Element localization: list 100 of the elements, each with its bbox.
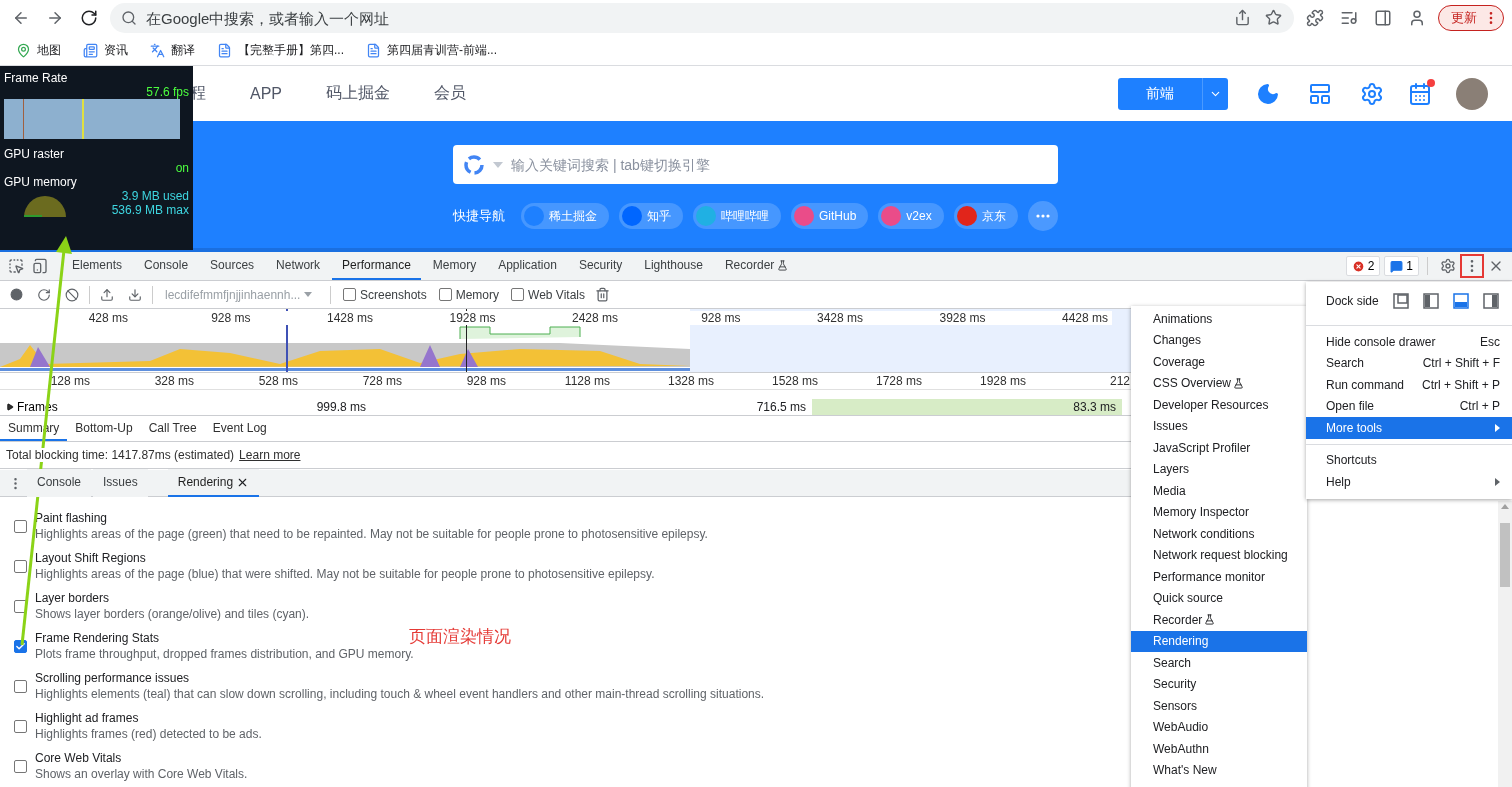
menu-item[interactable]: Issues	[1131, 415, 1307, 437]
menu-item[interactable]: Changes	[1131, 329, 1307, 351]
option-checkbox[interactable]	[14, 559, 27, 573]
panel-tab[interactable]: Console	[134, 252, 199, 280]
bookmark[interactable]: 翻译	[150, 42, 195, 59]
menu-item[interactable]: Recorder	[1131, 609, 1307, 631]
scroll-up-icon	[1501, 504, 1509, 509]
update-button[interactable]: 更新	[1438, 5, 1504, 31]
nav-link[interactable]: 会员	[434, 83, 466, 104]
option-title: Frame Rendering Stats	[35, 631, 161, 645]
bookmark[interactable]: 第四届青训营-前端...	[366, 42, 497, 59]
error-badge[interactable]: 2	[1345, 256, 1381, 276]
message-badge[interactable]: 1	[1384, 256, 1419, 276]
menu-item[interactable]: Quick source	[1131, 587, 1307, 609]
menu-item[interactable]: Shortcuts	[1306, 449, 1512, 471]
learn-more-link[interactable]: Learn more	[239, 448, 301, 462]
option-checkbox[interactable]	[14, 679, 27, 693]
settings-icon	[1360, 81, 1384, 106]
detail-tab[interactable]: Bottom-Up	[67, 417, 141, 441]
panel-tab[interactable]: Memory	[422, 252, 487, 280]
bookmark-star-button[interactable]	[1265, 9, 1282, 26]
time-tick: 928 ms	[132, 311, 255, 325]
menu-item[interactable]: Sensors	[1131, 695, 1307, 717]
bookmark[interactable]: 资讯	[83, 42, 128, 59]
nav-link[interactable]: APP	[250, 84, 282, 103]
capture-checkbox[interactable]: Screenshots	[343, 287, 427, 302]
time-tick: 1428 ms	[254, 311, 377, 325]
frame-duration: 83.3 ms	[812, 399, 1122, 415]
menu-item[interactable]: Run command Ctrl + Shift + P	[1306, 374, 1512, 396]
panel-tab[interactable]: Application	[488, 252, 567, 280]
menu-item[interactable]: CSS Overview	[1131, 372, 1307, 394]
menu-item[interactable]: Network conditions	[1131, 523, 1307, 545]
share-button[interactable]	[1234, 9, 1251, 26]
menu-item[interactable]: JavaScript Profiler	[1131, 437, 1307, 459]
menu-item[interactable]: Hide console drawer Esc	[1306, 331, 1512, 353]
fps-value: 57.6 fps	[146, 85, 189, 99]
calendar-button[interactable]	[1408, 81, 1432, 106]
menu-item[interactable]: Help	[1306, 471, 1512, 493]
caret-icon	[493, 162, 503, 168]
menu-item[interactable]: Layers	[1131, 458, 1307, 480]
frame-duration: 716.5 ms	[755, 399, 807, 415]
menu-item[interactable]: More tools	[1306, 417, 1512, 439]
bookmark[interactable]: 【完整手册】第四...	[217, 42, 344, 59]
scrollbar-thumb[interactable]	[1500, 523, 1510, 587]
device-icon	[32, 258, 48, 274]
document-icon	[366, 43, 381, 58]
nav-link[interactable]: 码上掘金	[326, 83, 390, 104]
map-pin-icon	[16, 43, 31, 58]
caret-icon	[304, 292, 313, 297]
bookmark[interactable]: 地图	[16, 42, 61, 59]
menu-item[interactable]: Security	[1131, 673, 1307, 695]
option-checkbox[interactable]	[14, 719, 27, 733]
panel-tab[interactable]: Sources	[200, 252, 265, 280]
option-checkbox[interactable]	[14, 759, 27, 773]
time-tick: 728 ms	[361, 373, 403, 389]
menu-item[interactable]: WebAuthn	[1131, 738, 1307, 760]
detail-tab[interactable]: Event Log	[204, 417, 275, 441]
panel-tab[interactable]: Lighthouse	[634, 252, 713, 280]
menu-item[interactable]: Network request blocking	[1131, 544, 1307, 566]
drawer-tab[interactable]: Console	[27, 469, 92, 497]
memory-used: 3.9 MB used	[121, 189, 189, 203]
menu-button[interactable]	[1460, 254, 1484, 278]
panel-tab[interactable]: Elements	[62, 252, 133, 280]
scrollbar[interactable]	[1498, 501, 1512, 787]
time-tick: 928 ms	[622, 311, 745, 325]
panel-tab[interactable]: Network	[266, 252, 331, 280]
menu-item[interactable]: Performance monitor	[1131, 566, 1307, 588]
music-list-icon	[1340, 9, 1358, 27]
search-field[interactable]: 输入关键词搜索 | tab键切换引擎	[453, 145, 1058, 184]
memory-gauge-drawing	[22, 193, 68, 217]
menu-item[interactable]: Media	[1131, 480, 1307, 502]
menu-item[interactable]: WebAudio	[1131, 716, 1307, 738]
menu-item[interactable]: Search	[1131, 652, 1307, 674]
detail-tab[interactable]: Call Tree	[140, 417, 205, 441]
menu-item[interactable]: Search Ctrl + Shift + F	[1306, 352, 1512, 374]
drawer-tab[interactable]: Rendering	[167, 469, 260, 497]
menu-item[interactable]: What's New	[1131, 759, 1307, 781]
menu-item[interactable]: Rendering	[1131, 630, 1307, 652]
option-description: Highlights areas of the page (blue) that were shifted. May not be suitable for people prone to photosensitive epilepsy.	[35, 567, 655, 581]
drawer-tab[interactable]: Issues	[93, 469, 148, 497]
search-icon	[121, 10, 137, 26]
avatar[interactable]	[1456, 77, 1488, 110]
time-tick: 128 ms	[49, 373, 91, 389]
capture-checkbox[interactable]: Memory	[438, 287, 500, 302]
option-checkbox[interactable]	[14, 519, 27, 533]
panel-tab[interactable]: Recorder	[714, 252, 799, 280]
document-icon	[217, 43, 232, 58]
share-icon	[1234, 9, 1251, 26]
menu-item[interactable]: Coverage	[1131, 351, 1307, 373]
menu-item[interactable]: Developer Resources	[1131, 394, 1307, 416]
capture-checkbox[interactable]: Web Vitals	[511, 287, 585, 302]
menu-item[interactable]: Animations	[1131, 308, 1307, 330]
menu-item[interactable]: Open file Ctrl + P	[1306, 395, 1512, 417]
menu-item[interactable]: Memory Inspector	[1131, 501, 1307, 523]
panel-tab[interactable]: Security	[568, 252, 633, 280]
dock-position-icon	[1393, 293, 1409, 309]
address-field[interactable]: 在Google中搜索，或者输入一个网址	[110, 3, 1294, 33]
option-checkbox[interactable]	[14, 639, 27, 653]
option-description: Highlights areas of the page (green) that need to be repainted. May not be suitable for people prone to photosensitive epilepsy.	[35, 527, 708, 541]
reload-icon	[80, 9, 98, 27]
